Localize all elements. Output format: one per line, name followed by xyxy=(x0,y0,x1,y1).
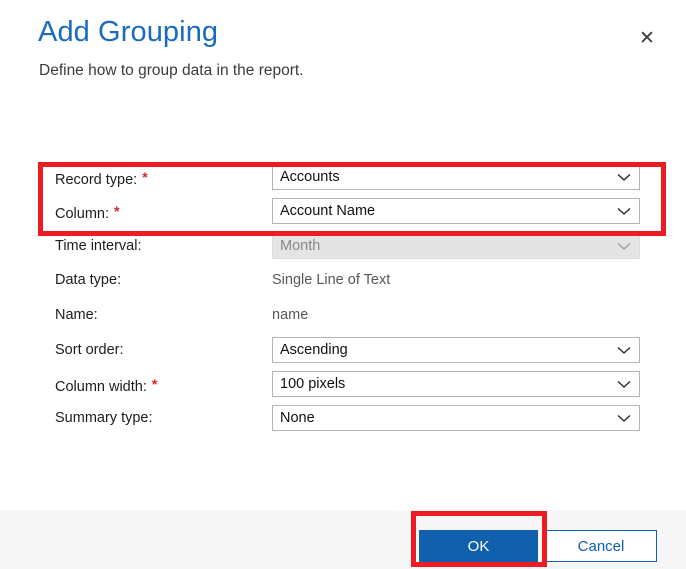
dropdown-column-width[interactable]: 100 pixels xyxy=(272,371,640,397)
label-name-text: Name: xyxy=(55,307,98,323)
form-row-record-type: Record type: * Accounts xyxy=(0,160,686,194)
label-data-type-text: Data type: xyxy=(55,272,122,288)
required-asterisk: * xyxy=(114,203,120,219)
label-summary-type: Summary type: xyxy=(55,410,153,426)
form-row-column-width: Column width: * 100 pixels xyxy=(0,367,686,401)
label-column-text: Column: xyxy=(55,206,109,222)
dropdown-record-type-value: Accounts xyxy=(280,169,340,185)
label-record-type-text: Record type: xyxy=(55,172,138,188)
cancel-button[interactable]: Cancel xyxy=(545,530,657,562)
dropdown-time-interval-value: Month xyxy=(280,238,321,254)
required-asterisk: * xyxy=(142,169,148,185)
dialog-subtitle: Define how to group data in the report. xyxy=(39,62,304,79)
label-column-width-text: Column width: xyxy=(55,379,147,395)
dialog-header: Add Grouping Define how to group data in… xyxy=(0,0,686,110)
form-row-column: Column: * Account Name xyxy=(0,194,686,228)
form-row-name: Name: name xyxy=(0,298,686,332)
chevron-down-icon xyxy=(609,234,639,258)
label-summary-type-text: Summary type: xyxy=(55,410,153,426)
close-icon[interactable]: ✕ xyxy=(634,25,660,51)
dropdown-summary-type[interactable]: None xyxy=(272,405,640,431)
label-name: Name: xyxy=(55,307,98,323)
chevron-down-icon xyxy=(609,372,639,396)
dropdown-column-value: Account Name xyxy=(280,203,376,219)
dialog-footer: OK Cancel xyxy=(0,510,686,569)
dropdown-record-type[interactable]: Accounts xyxy=(272,164,640,190)
form-row-data-type: Data type: Single Line of Text xyxy=(0,263,686,297)
label-column: Column: * xyxy=(55,203,119,222)
dropdown-time-interval: Month xyxy=(272,233,640,259)
dropdown-summary-type-value: None xyxy=(280,410,315,426)
label-sort-order: Sort order: xyxy=(55,342,124,358)
label-sort-order-text: Sort order: xyxy=(55,342,124,358)
chevron-down-icon xyxy=(609,165,639,189)
dropdown-sort-order[interactable]: Ascending xyxy=(272,337,640,363)
form-row-summary-type: Summary type: None xyxy=(0,401,686,435)
ok-button[interactable]: OK xyxy=(419,530,538,562)
page-title: Add Grouping xyxy=(38,16,219,48)
label-time-interval: Time interval: xyxy=(55,238,141,254)
dropdown-column[interactable]: Account Name xyxy=(272,198,640,224)
chevron-down-icon xyxy=(609,199,639,223)
label-record-type: Record type: * xyxy=(55,169,148,188)
label-column-width: Column width: * xyxy=(55,376,157,395)
dropdown-sort-order-value: Ascending xyxy=(280,342,348,358)
required-asterisk: * xyxy=(151,376,158,392)
chevron-down-icon xyxy=(609,338,639,362)
form-row-time-interval: Time interval: Month xyxy=(0,229,686,263)
label-time-interval-text: Time interval: xyxy=(55,238,142,254)
dropdown-column-width-value: 100 pixels xyxy=(280,376,346,392)
label-data-type: Data type: xyxy=(55,272,121,288)
grouping-form: Record type: * Accounts Column: * Account … xyxy=(0,160,686,510)
value-name: name xyxy=(272,307,309,323)
value-data-type: Single Line of Text xyxy=(272,272,391,288)
form-row-sort-order: Sort order: Ascending xyxy=(0,333,686,367)
chevron-down-icon xyxy=(609,406,639,430)
